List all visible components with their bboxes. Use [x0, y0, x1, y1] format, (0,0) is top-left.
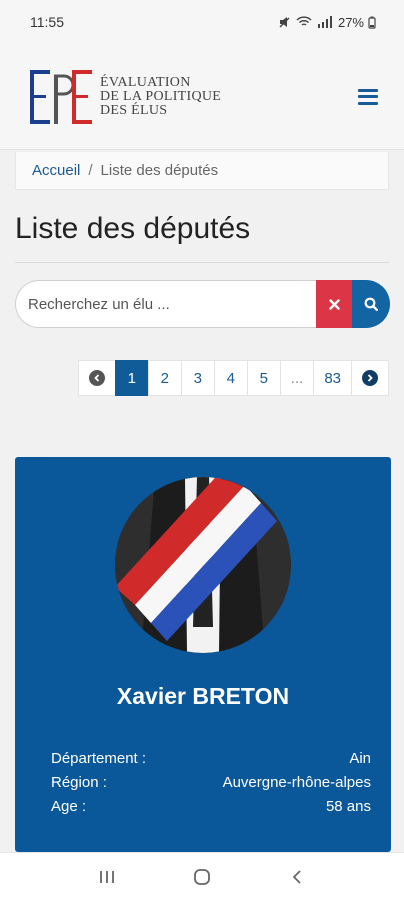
close-icon [328, 298, 340, 310]
chevron-right-icon [362, 370, 378, 386]
pagination-page-1[interactable]: 1 [114, 360, 149, 396]
pagination-page-4[interactable]: 4 [213, 360, 248, 396]
logo-line-3: DES ÉLUS [100, 102, 168, 118]
search-button[interactable] [352, 280, 390, 328]
pagination-page-5[interactable]: 5 [246, 360, 281, 396]
logo-text: ÉVALUATION DE LA POLITIQUE DES ÉLUS [100, 74, 222, 118]
tricolor-sash-image [115, 477, 291, 653]
info-row-age: Age : 58 ans [51, 795, 371, 819]
info-label: Département : [51, 750, 147, 767]
page-title: Liste des députés [15, 212, 389, 263]
logo-line-1: ÉVALUATION [100, 74, 191, 90]
status-icons: 27% [278, 15, 376, 30]
android-nav-bar [0, 852, 404, 900]
info-value: 58 ans [325, 798, 371, 815]
status-bar: 11:55 27% [0, 0, 404, 44]
pagination-page-3[interactable]: 3 [180, 360, 215, 396]
site-header: ÉVALUATION DE LA POLITIQUE DES ÉLUS [0, 44, 404, 150]
pagination-ellipsis: ... [279, 360, 315, 396]
recent-apps-icon [100, 870, 115, 883]
logo-mark-icon [30, 69, 92, 124]
breadcrumb-home-link[interactable]: Accueil [32, 162, 80, 179]
pagination-next-button[interactable] [351, 360, 389, 396]
mute-icon [279, 17, 290, 28]
pagination-page-83[interactable]: 83 [313, 360, 352, 396]
home-icon [194, 868, 210, 885]
breadcrumb: Accueil / Liste des députés [15, 152, 389, 190]
site-logo[interactable]: ÉVALUATION DE LA POLITIQUE DES ÉLUS [28, 66, 221, 128]
search-bar [15, 280, 390, 328]
back-icon [292, 869, 301, 884]
info-value: Ain [349, 750, 371, 767]
battery-percent: 27% [337, 14, 364, 30]
search-input[interactable] [15, 280, 316, 328]
deputy-card[interactable]: Xavier BRETON Département : Ain Région :… [15, 457, 391, 852]
breadcrumb-current: Liste des députés [100, 162, 219, 179]
hamburger-menu-icon[interactable] [358, 88, 378, 105]
info-value: Auvergne-rhône-alpes [222, 774, 371, 791]
logo-line-2: DE LA POLITIQUE [100, 88, 222, 104]
pagination: 1 2 3 4 5 ... 83 [0, 360, 404, 396]
info-row-region: Région : Auvergne-rhône-alpes [51, 771, 371, 795]
deputy-info: Département : Ain Région : Auvergne-rhôn… [51, 747, 371, 819]
clear-search-button[interactable] [316, 280, 352, 328]
recent-apps-button[interactable] [87, 857, 127, 897]
search-icon [364, 297, 378, 311]
signal-icon [317, 16, 332, 28]
status-time: 11:55 [30, 14, 64, 30]
pagination-prev-button[interactable] [77, 360, 116, 396]
info-row-department: Département : Ain [51, 747, 371, 771]
battery-icon [368, 16, 376, 29]
info-label: Région : [51, 774, 107, 791]
breadcrumb-separator: / [88, 162, 93, 179]
deputy-avatar [115, 477, 291, 653]
deputy-name: Xavier BRETON [116, 683, 290, 709]
wifi-icon [296, 16, 312, 26]
back-button[interactable] [277, 857, 317, 897]
chevron-left-icon [88, 370, 105, 386]
home-button[interactable] [182, 857, 222, 897]
pagination-page-2[interactable]: 2 [147, 360, 182, 396]
info-label: Age : [51, 798, 87, 815]
